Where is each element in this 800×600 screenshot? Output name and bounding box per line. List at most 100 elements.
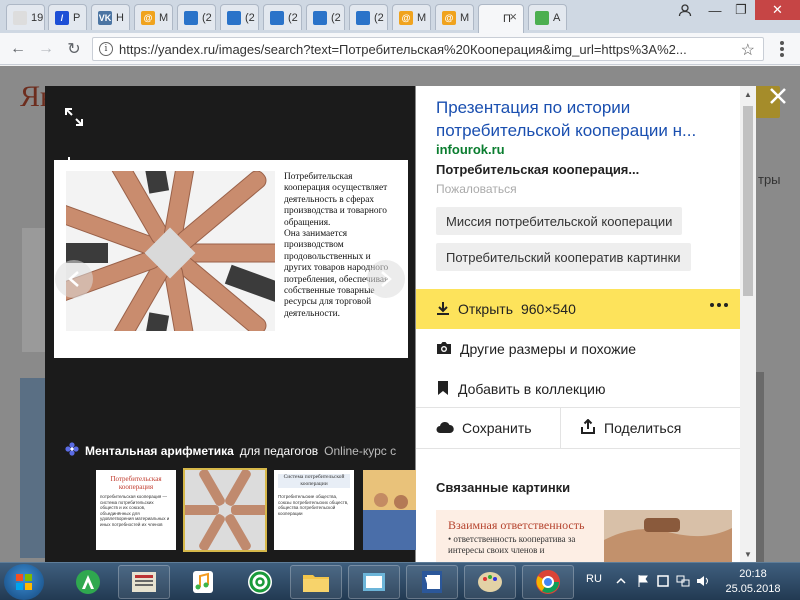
presentation-icon — [270, 10, 284, 25]
bookmark-star-icon[interactable]: ☆ — [741, 40, 755, 60]
presentation-icon — [184, 10, 198, 25]
preview-image: Потребительская кооперация осуществляет … — [54, 160, 408, 358]
browser-tab[interactable]: @ М — [134, 4, 173, 30]
other-sizes-label: Другие размеры и похожие — [460, 341, 637, 357]
prev-image-button[interactable] — [55, 260, 93, 298]
tab-title: М — [460, 11, 470, 24]
taskbar-app-icon[interactable] — [348, 565, 400, 599]
taskbar-app-icon[interactable] — [177, 565, 229, 599]
taskbar-app-icon[interactable] — [290, 565, 342, 599]
volume-icon[interactable] — [696, 574, 710, 588]
thumbnail-title: Система потребительской кооперации — [278, 474, 350, 488]
browser-menu-button[interactable] — [772, 41, 792, 57]
related-images-heading: Связанные картинки — [436, 480, 571, 495]
green-square-icon — [535, 10, 549, 25]
panel-scrollbar[interactable]: ▲ ▼ — [740, 86, 756, 562]
scroll-up-icon[interactable]: ▲ — [740, 86, 756, 102]
url-text: https://yandex.ru/images/search?text=Пот… — [119, 41, 687, 57]
browser-tab[interactable]: (2 — [177, 4, 216, 30]
tab-title: М — [159, 11, 169, 24]
presentation-icon — [313, 10, 327, 25]
tab-title: М — [417, 11, 427, 24]
related-image[interactable]: Взаимная ответственность • ответственнос… — [436, 510, 732, 562]
presentation-icon — [356, 10, 370, 25]
back-button[interactable]: ← — [8, 39, 28, 59]
taskbar-app-icon[interactable] — [62, 565, 114, 599]
system-clock[interactable]: 20:18 25.05.2018 — [716, 567, 790, 597]
taskbar-app-icon[interactable] — [406, 565, 458, 599]
source-domain[interactable]: infourok.ru — [436, 142, 505, 157]
tab-title: А — [553, 11, 561, 24]
network-icon[interactable] — [676, 574, 690, 588]
fullscreen-icon[interactable] — [57, 100, 91, 134]
next-image-button[interactable] — [367, 260, 405, 298]
browser-tab[interactable]: 19 — [6, 4, 45, 30]
tray-expand-icon[interactable] — [614, 574, 628, 588]
image-viewer: Потребительская кооперация осуществляет … — [45, 86, 418, 562]
promo-banner[interactable]: Ментальная арифметика для педагогов Onli… — [65, 442, 396, 459]
thumbnail[interactable]: Система потребительской кооперации Потре… — [274, 470, 354, 550]
camera-icon — [436, 341, 452, 358]
related-query-chip[interactable]: Потребительский кооператив картинки — [436, 243, 691, 271]
close-window-button[interactable]: ✕ — [755, 0, 800, 20]
scrollbar-thumb[interactable] — [743, 106, 753, 296]
thumbnail-text: потребительская кооперация — система пот… — [100, 494, 170, 527]
restore-button[interactable]: ❐ — [728, 0, 754, 20]
add-collection-label: Добавить в коллекцию — [458, 381, 606, 397]
other-sizes-button[interactable]: Другие размеры и похожие — [436, 338, 636, 360]
user-icon[interactable] — [672, 0, 698, 20]
info-icon[interactable]: i — [99, 42, 113, 56]
tray-app-icon[interactable] — [656, 574, 670, 588]
tab-strip: 19/Р VK Н @ М (2 (2 (2 (2 (2 @ М @ М П × А — ❐ ✕ — [0, 0, 800, 33]
image-source-title[interactable]: Презентация по истории потребительской к… — [436, 96, 726, 142]
taskbar-app-icon[interactable] — [234, 565, 286, 599]
tab-title: (2 — [245, 11, 255, 24]
browser-tab[interactable]: (2 — [263, 4, 302, 30]
share-icon — [580, 418, 596, 438]
image-size: 960×540 — [520, 301, 576, 317]
page-image — [20, 378, 46, 558]
thumbnail-selected[interactable] — [183, 468, 267, 552]
address-bar[interactable]: i https://yandex.ru/images/search?text=П… — [92, 37, 764, 61]
tab-title: (2 — [288, 11, 298, 24]
browser-tab[interactable]: (2 — [306, 4, 345, 30]
language-indicator[interactable]: RU — [586, 573, 602, 585]
minimize-button[interactable]: — — [702, 0, 728, 20]
slash-icon: / — [55, 10, 69, 25]
scroll-down-icon[interactable]: ▼ — [740, 546, 756, 562]
forward-button[interactable]: → — [36, 39, 56, 59]
reload-button[interactable]: ↻ — [64, 39, 84, 59]
related-query-chip[interactable]: Миссия потребительской кооперации — [436, 207, 683, 235]
thumbnail-text: Потребительские общества, союзы потребит… — [278, 494, 349, 516]
browser-tab[interactable]: (2 — [349, 4, 388, 30]
divider — [416, 448, 740, 449]
browser-tab[interactable]: А — [528, 4, 567, 30]
save-button[interactable]: Сохранить — [436, 417, 532, 439]
browser-tab[interactable]: @ М — [392, 4, 431, 30]
taskbar-app-icon[interactable] — [118, 565, 170, 599]
related-image-title: Взаимная ответственность — [448, 518, 585, 532]
start-button[interactable] — [4, 564, 44, 600]
taskbar-app-icon[interactable] — [522, 565, 574, 599]
divider — [560, 408, 561, 448]
share-label: Поделиться — [604, 420, 682, 436]
close-viewer-icon[interactable] — [766, 84, 790, 108]
more-options-icon[interactable] — [710, 303, 728, 307]
share-button[interactable]: Поделиться — [580, 417, 681, 439]
close-tab-icon[interactable]: × — [509, 9, 517, 24]
browser-tab[interactable]: / Р — [48, 4, 87, 30]
hands-photo — [66, 171, 275, 331]
tab-title: (2 — [374, 11, 384, 24]
taskbar-app-icon[interactable] — [464, 565, 516, 599]
browser-tab[interactable]: (2 — [220, 4, 259, 30]
open-image-button[interactable]: Открыть 960×540 — [416, 289, 740, 329]
action-center-flag-icon[interactable] — [636, 574, 650, 588]
add-to-collection-button[interactable]: Добавить в коллекцию — [436, 378, 605, 400]
windows-taskbar: RU 20:18 25.05.2018 — [0, 562, 800, 600]
thumbnail[interactable] — [363, 470, 418, 550]
complain-link[interactable]: Пожаловаться — [436, 182, 517, 196]
browser-tab[interactable]: П × — [478, 4, 524, 33]
browser-tab[interactable]: VK Н — [91, 4, 130, 30]
thumbnail[interactable]: Потребительская кооперация потребительск… — [96, 470, 176, 550]
browser-tab[interactable]: @ М — [435, 4, 474, 30]
